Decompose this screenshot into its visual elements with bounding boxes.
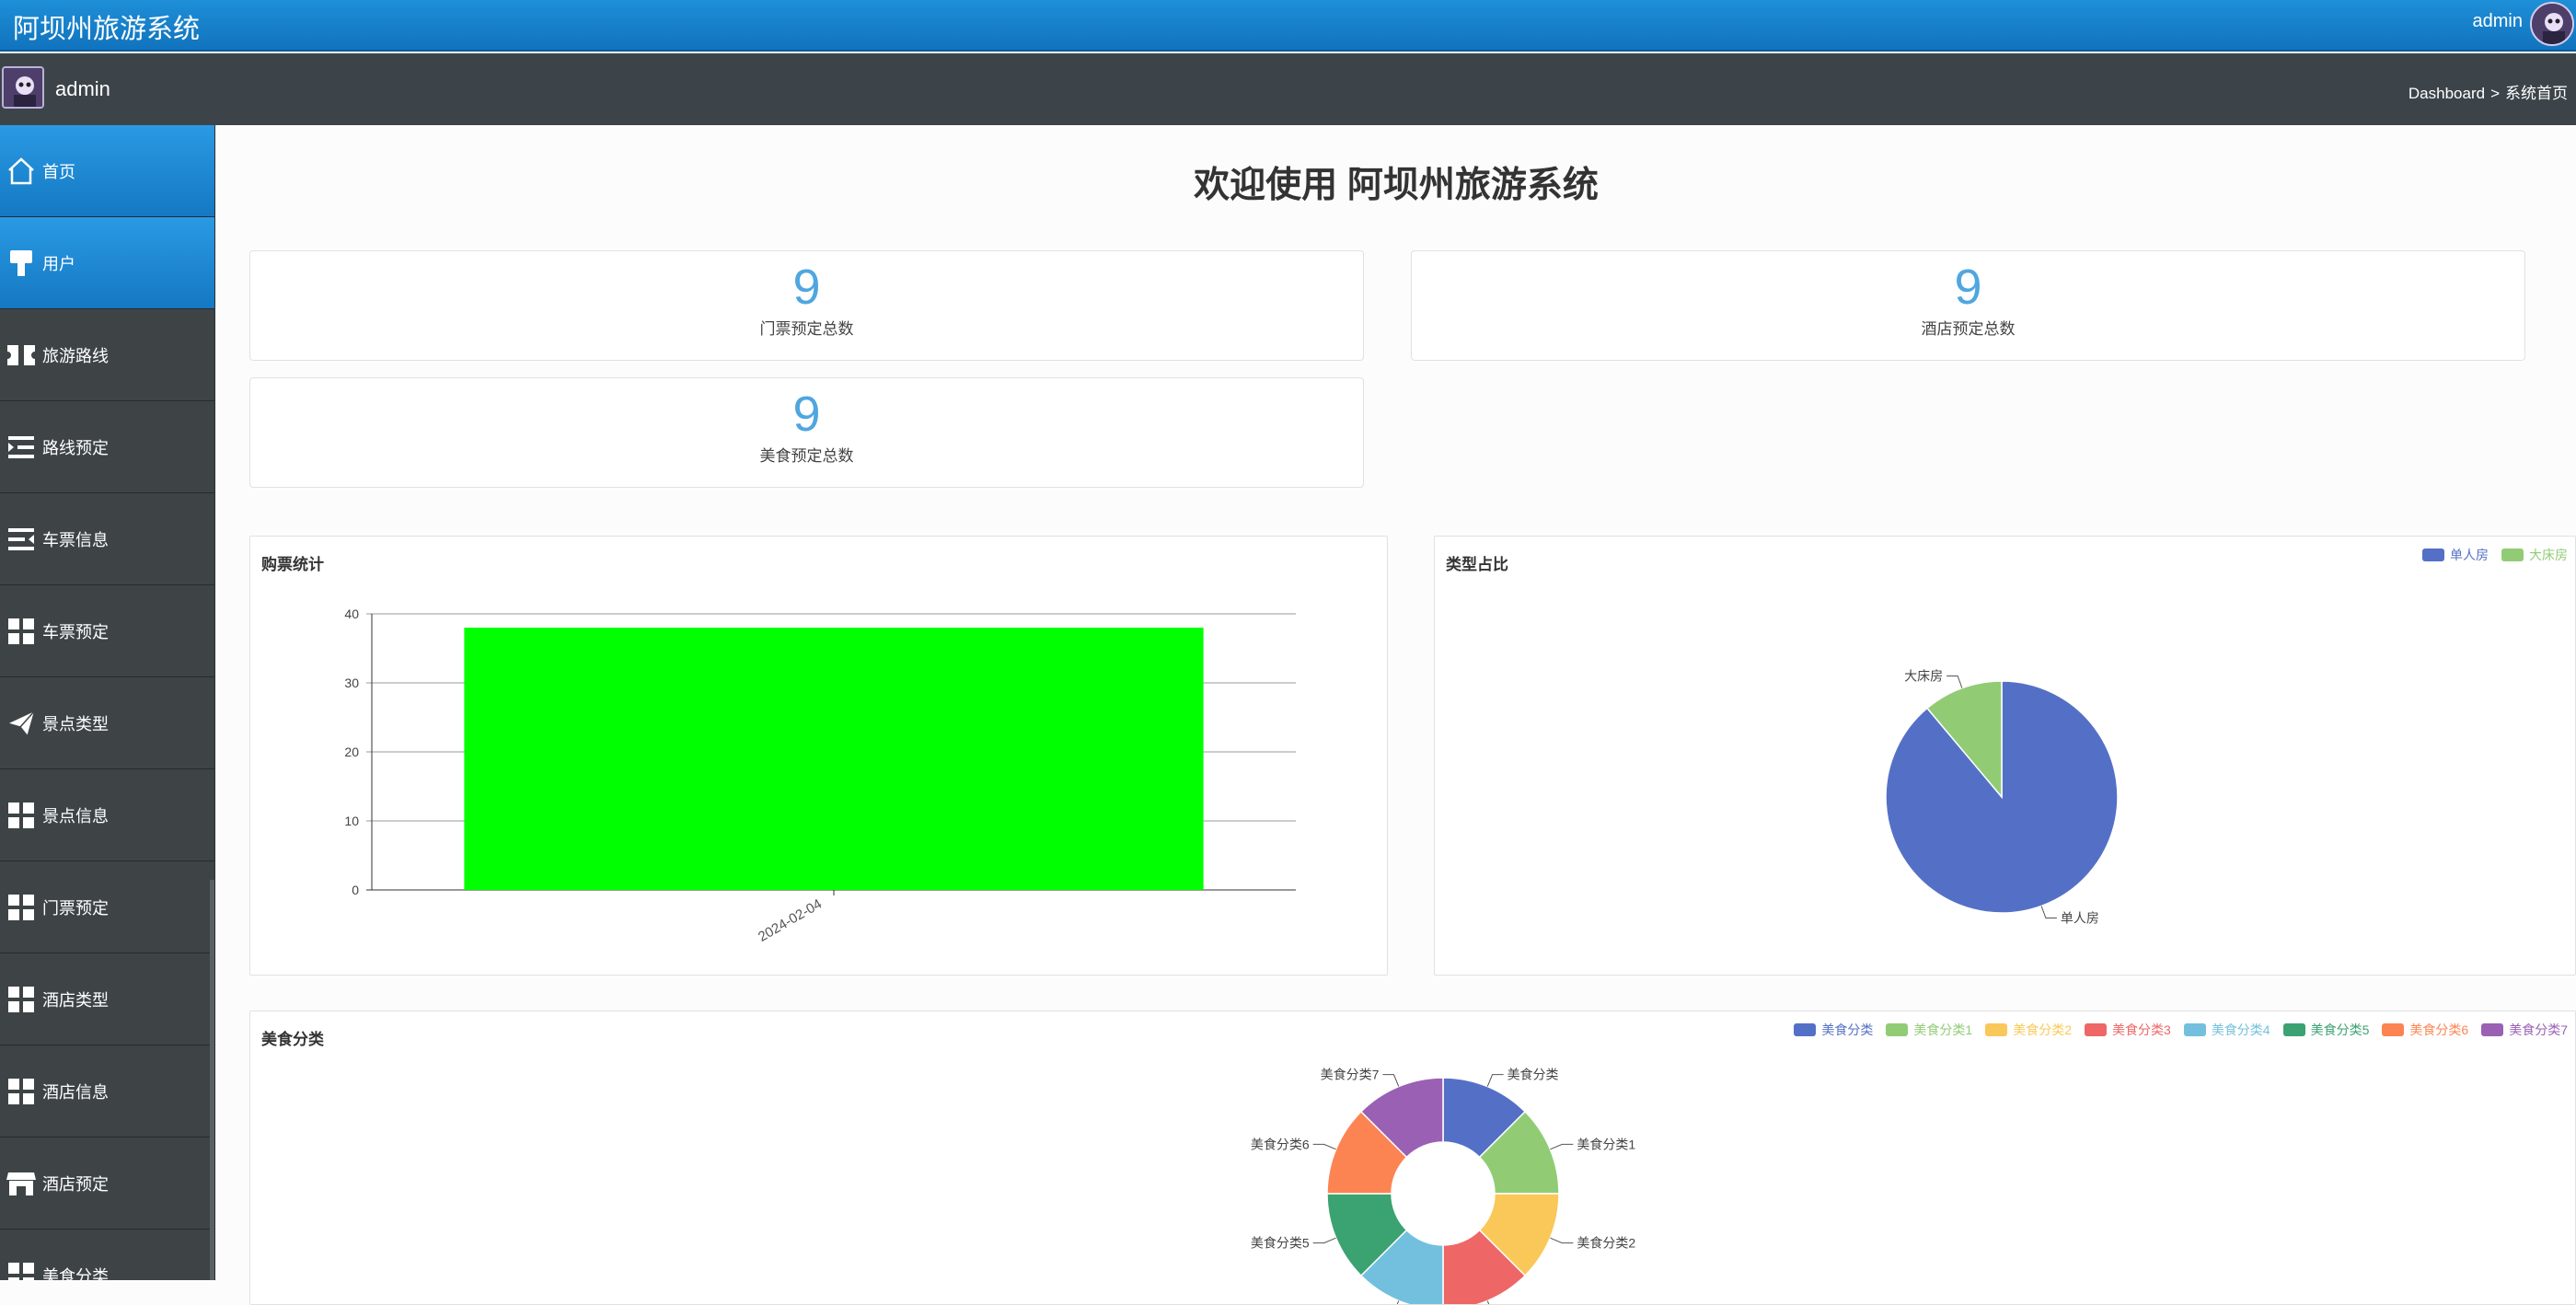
- label-line: [1550, 1143, 1574, 1150]
- grid-icon: [0, 1254, 42, 1280]
- type-ratio-panel: 类型占比 单人房 大床房 单人房 大床房: [1434, 536, 2576, 976]
- y-tick-label: 0: [352, 883, 359, 897]
- slice-label: 美食分类2: [1577, 1236, 1635, 1251]
- label-line: [2040, 906, 2057, 919]
- y-tick-label: 10: [344, 814, 359, 828]
- user-avatar[interactable]: [2, 66, 44, 109]
- main-content: 欢迎使用 阿坝州旅游系统 9 门票预定总数 9 酒店预定总数 9 美食预定总数 …: [216, 125, 2576, 1305]
- label-line: [1486, 1300, 1490, 1304]
- stat-label: 美食预定总数: [759, 447, 854, 465]
- ticket-bar-chart: 0 10 20 30 40 2024-02-04: [344, 606, 1296, 945]
- x-tick-label: 2024-02-04: [756, 896, 825, 945]
- sidebar: 首页用户旅游路线路线预定车票信息车票预定景点类型景点信息门票预定酒店类型酒店信息…: [0, 125, 215, 1280]
- sidebar-item[interactable]: 门票预定: [0, 861, 214, 953]
- food-category-panel: 美食分类 美食分类 美食分类1 美食分类2 美食分类3 美食分类4 美食分类5 美食分类6 美…: [249, 1011, 2576, 1305]
- indent-icon: [0, 426, 42, 468]
- food-donut-chart: 美食分类美食分类1美食分类2美食分类3美食分类4美食分类5美食分类6美食分类7: [1251, 1068, 1635, 1304]
- y-tick-label: 30: [344, 676, 359, 690]
- sidebar-item[interactable]: 车票信息: [0, 493, 214, 585]
- sidebar-item-label: 美食分类: [42, 1266, 109, 1281]
- stat-card-ticket-bookings: 9 门票预定总数: [249, 250, 1364, 361]
- label-line: [1312, 1143, 1336, 1150]
- sidebar-item-label: 首页: [42, 162, 75, 181]
- slice-label: 美食分类1: [1577, 1137, 1635, 1151]
- breadcrumb: Dashboard > 系统首页: [2406, 80, 2570, 103]
- sidebar-item-label: 用户: [42, 254, 75, 273]
- slice-label: 美食分类: [1507, 1068, 1559, 1082]
- grid-icon: [0, 1070, 42, 1113]
- sidebar-item-label: 路线预定: [42, 438, 109, 457]
- header-avatar[interactable]: [2530, 2, 2574, 46]
- sidebar-item-label: 酒店类型: [42, 990, 109, 1010]
- sidebar-item[interactable]: 旅游路线: [0, 309, 214, 401]
- grid-icon: [0, 794, 42, 837]
- label-line: [1550, 1237, 1574, 1244]
- user-bar: admin Dashboard > 系统首页: [0, 53, 2576, 125]
- grid-icon: [0, 886, 42, 929]
- grid-icon: [0, 610, 42, 652]
- sidebar-item[interactable]: 酒店类型: [0, 953, 214, 1045]
- top-header: 阿坝州旅游系统 admin: [0, 0, 2576, 52]
- sidebar-item[interactable]: 景点信息: [0, 769, 214, 861]
- stat-card-food-bookings: 9 美食预定总数: [249, 377, 1364, 488]
- slice-label: 单人房: [2061, 911, 2099, 926]
- home-icon: [0, 150, 42, 192]
- sidebar-item-label: 景点信息: [42, 806, 109, 826]
- y-tick-label: 20: [344, 745, 359, 759]
- ticket-stats-panel: 购票统计 0 10 20 30 40 2024-02-04: [249, 536, 1388, 976]
- store-icon: [0, 1162, 42, 1205]
- stat-value: 9: [792, 260, 821, 315]
- label-line: [1486, 1074, 1504, 1087]
- label-line: [1382, 1074, 1400, 1087]
- sidebar-item[interactable]: 首页: [0, 125, 214, 217]
- page-title: 欢迎使用 阿坝州旅游系统: [1194, 166, 1599, 205]
- y-tick-label: 40: [344, 606, 359, 621]
- stat-value: 9: [792, 387, 821, 442]
- sidebar-username: admin: [55, 77, 110, 100]
- slice-label: 美食分类6: [1251, 1137, 1310, 1151]
- paper-plane-icon: [0, 702, 42, 745]
- label-line: [1312, 1237, 1336, 1244]
- label-line: [1396, 1300, 1400, 1304]
- sidebar-item-label: 旅游路线: [42, 346, 109, 365]
- header-username[interactable]: admin: [2473, 11, 2523, 32]
- paint-brush-icon: [0, 242, 42, 284]
- slice-label: 大床房: [1904, 668, 1943, 683]
- sidebar-item-label: 车票预定: [42, 622, 109, 641]
- sidebar-item[interactable]: 美食分类: [0, 1230, 214, 1280]
- sidebar-item[interactable]: 景点类型: [0, 677, 214, 769]
- breadcrumb-separator: >: [2490, 85, 2500, 102]
- sidebar-item-label: 车票信息: [42, 530, 109, 549]
- slice-label: 美食分类7: [1321, 1068, 1380, 1082]
- breadcrumb-current: 系统首页: [2505, 85, 2568, 102]
- sidebar-item-label: 景点类型: [42, 714, 109, 733]
- stat-card-hotel-bookings: 9 酒店预定总数: [1411, 250, 2525, 361]
- stat-value: 9: [1954, 260, 1982, 315]
- sidebar-item-label: 门票预定: [42, 898, 109, 918]
- sidebar-item[interactable]: 路线预定: [0, 401, 214, 493]
- type-pie-chart: 单人房 大床房: [1885, 668, 2119, 926]
- label-line: [1946, 675, 1963, 688]
- sidebar-item[interactable]: 酒店预定: [0, 1138, 214, 1230]
- sidebar-item-label: 酒店预定: [42, 1174, 109, 1194]
- sidebar-item[interactable]: 用户: [0, 217, 214, 309]
- grid-icon: [0, 978, 42, 1021]
- avatar-icon: [2532, 4, 2572, 44]
- sidebar-item[interactable]: 车票预定: [0, 585, 214, 677]
- sidebar-scrollbar[interactable]: [210, 880, 214, 1280]
- outdent-icon: [0, 518, 42, 560]
- bar[interactable]: [464, 628, 1204, 890]
- sidebar-item[interactable]: 酒店信息: [0, 1045, 214, 1138]
- slice-label: 美食分类5: [1251, 1236, 1310, 1251]
- ticket-icon: [0, 334, 42, 376]
- stat-label: 酒店预定总数: [1921, 320, 2016, 338]
- app-title: 阿坝州旅游系统: [13, 15, 201, 44]
- sidebar-item-label: 酒店信息: [42, 1082, 109, 1102]
- breadcrumb-dashboard[interactable]: Dashboard: [2409, 85, 2485, 102]
- avatar-icon: [4, 68, 42, 107]
- stat-label: 门票预定总数: [759, 320, 854, 338]
